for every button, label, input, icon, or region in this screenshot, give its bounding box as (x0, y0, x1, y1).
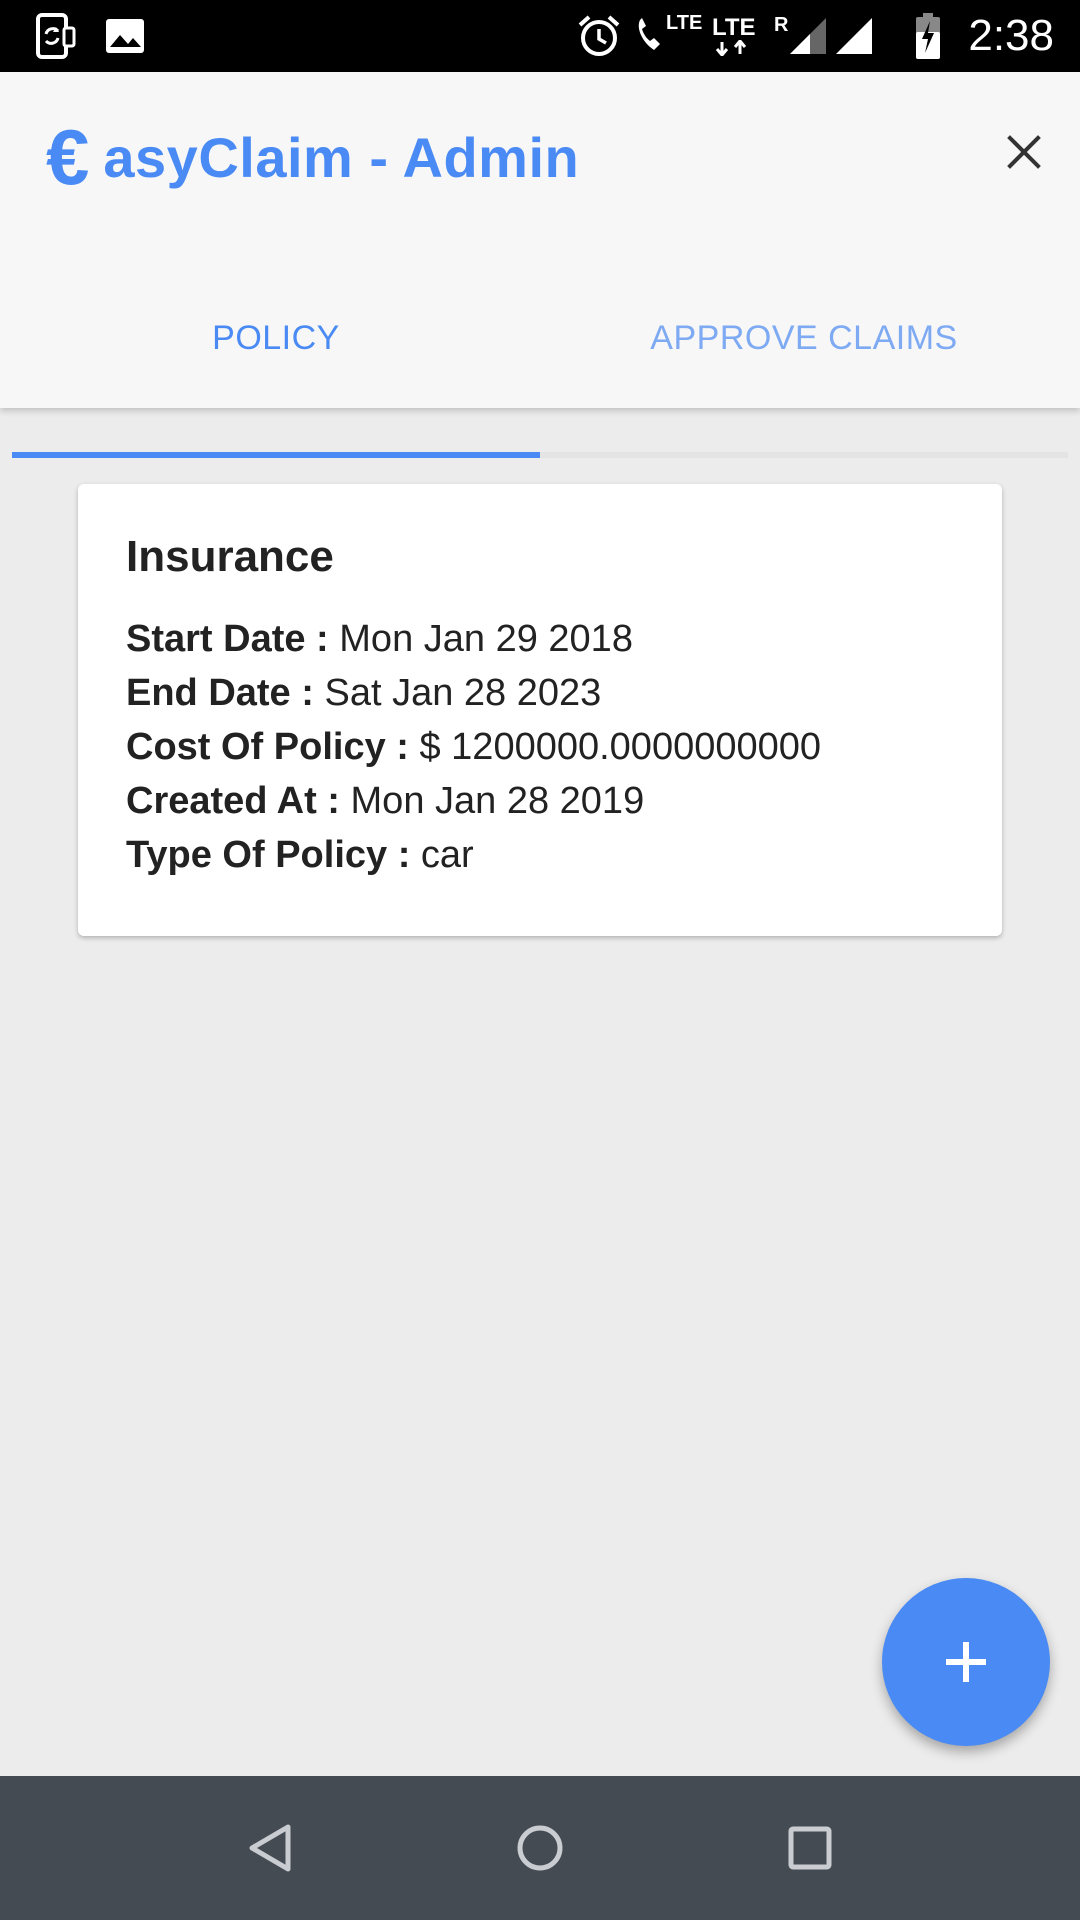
app-header: € asyClaim - Admin POLICY APPROVE CLAIMS (0, 72, 1080, 458)
start-date-row: Start Date : Mon Jan 29 2018 (126, 612, 954, 666)
end-date-label: End Date : (126, 672, 314, 714)
policy-card-title: Insurance (126, 532, 334, 581)
home-button[interactable] (490, 1798, 590, 1898)
type-of-policy-row: Type Of Policy : car (126, 828, 954, 882)
recents-button[interactable] (760, 1798, 860, 1898)
type-of-policy-value: car (420, 834, 474, 876)
screen-rotation-icon (34, 0, 76, 72)
recents-icon (788, 1826, 832, 1870)
alarm-icon (576, 0, 622, 72)
app-title: € asyClaim - Admin (46, 112, 579, 202)
start-date-value: Mon Jan 29 2018 (339, 618, 633, 660)
tab-policy[interactable]: POLICY (12, 288, 540, 388)
navigation-bar (0, 1776, 1080, 1920)
status-time: 2:38 (968, 11, 1054, 60)
close-icon (1007, 135, 1041, 169)
end-date-value: Sat Jan 28 2023 (324, 672, 602, 714)
back-button[interactable] (220, 1798, 320, 1898)
app-screen: LTE LTE R 2:38 € asyClaim - Admin POLICY… (0, 0, 1080, 1920)
lte-data-label: LTE (712, 14, 756, 41)
signal-icon (834, 0, 874, 72)
tab-approve-claims[interactable]: APPROVE CLAIMS (540, 288, 1068, 388)
tab-indicator (12, 452, 540, 458)
plus-icon (946, 1642, 986, 1682)
end-date-row: End Date : Sat Jan 28 2023 (126, 666, 954, 720)
created-at-row: Created At : Mon Jan 28 2019 (126, 774, 954, 828)
lte-call-label: LTE (666, 11, 703, 34)
created-at-label: Created At : (126, 780, 340, 822)
start-date-label: Start Date : (126, 618, 329, 660)
lte-data-icon: LTE (712, 0, 756, 72)
cost-of-policy-label: Cost Of Policy : (126, 726, 409, 768)
roaming-label: R (774, 13, 789, 36)
cost-of-policy-row: Cost Of Policy : $ 1200000.0000000000 (126, 720, 954, 774)
policy-card[interactable]: Insurance Start Date : Mon Jan 29 2018 E… (78, 484, 1002, 936)
tab-bar: POLICY APPROVE CLAIMS (12, 288, 1068, 458)
image-icon (104, 0, 146, 72)
close-button[interactable] (992, 120, 1056, 184)
add-policy-button[interactable] (882, 1578, 1050, 1746)
created-at-value: Mon Jan 28 2019 (350, 780, 645, 822)
battery-charging-icon (914, 0, 942, 72)
phone-lte-icon: LTE (634, 0, 702, 72)
brand-euro-logo: € (46, 113, 90, 201)
type-of-policy-label: Type Of Policy : (126, 834, 411, 876)
back-icon (249, 1824, 291, 1872)
signal-roaming-icon: R (774, 0, 828, 72)
status-bar: LTE LTE R 2:38 (0, 0, 1080, 72)
cost-of-policy-value: $ 1200000.0000000000 (419, 726, 822, 768)
brand-title-text: asyClaim - Admin (103, 125, 580, 189)
home-icon (517, 1825, 563, 1871)
